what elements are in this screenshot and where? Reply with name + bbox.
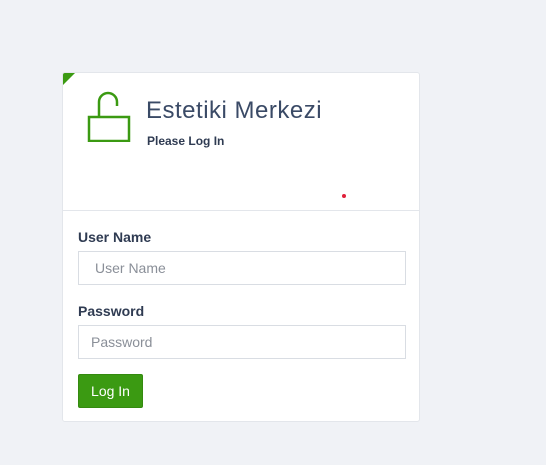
header-divider — [63, 210, 419, 211]
unlocked-padlock-icon — [87, 91, 131, 142]
password-input[interactable] — [78, 325, 406, 359]
username-input[interactable] — [78, 251, 406, 285]
username-label: User Name — [78, 229, 152, 245]
login-card: Estetiki Merkezi Please Log In User Name… — [62, 72, 420, 422]
login-subtitle: Please Log In — [147, 134, 225, 148]
page-title: Estetiki Merkezi — [146, 97, 323, 124]
password-label: Password — [78, 303, 145, 319]
corner-accent — [63, 73, 75, 85]
red-dot — [342, 194, 346, 198]
login-button[interactable]: Log In — [78, 374, 143, 408]
